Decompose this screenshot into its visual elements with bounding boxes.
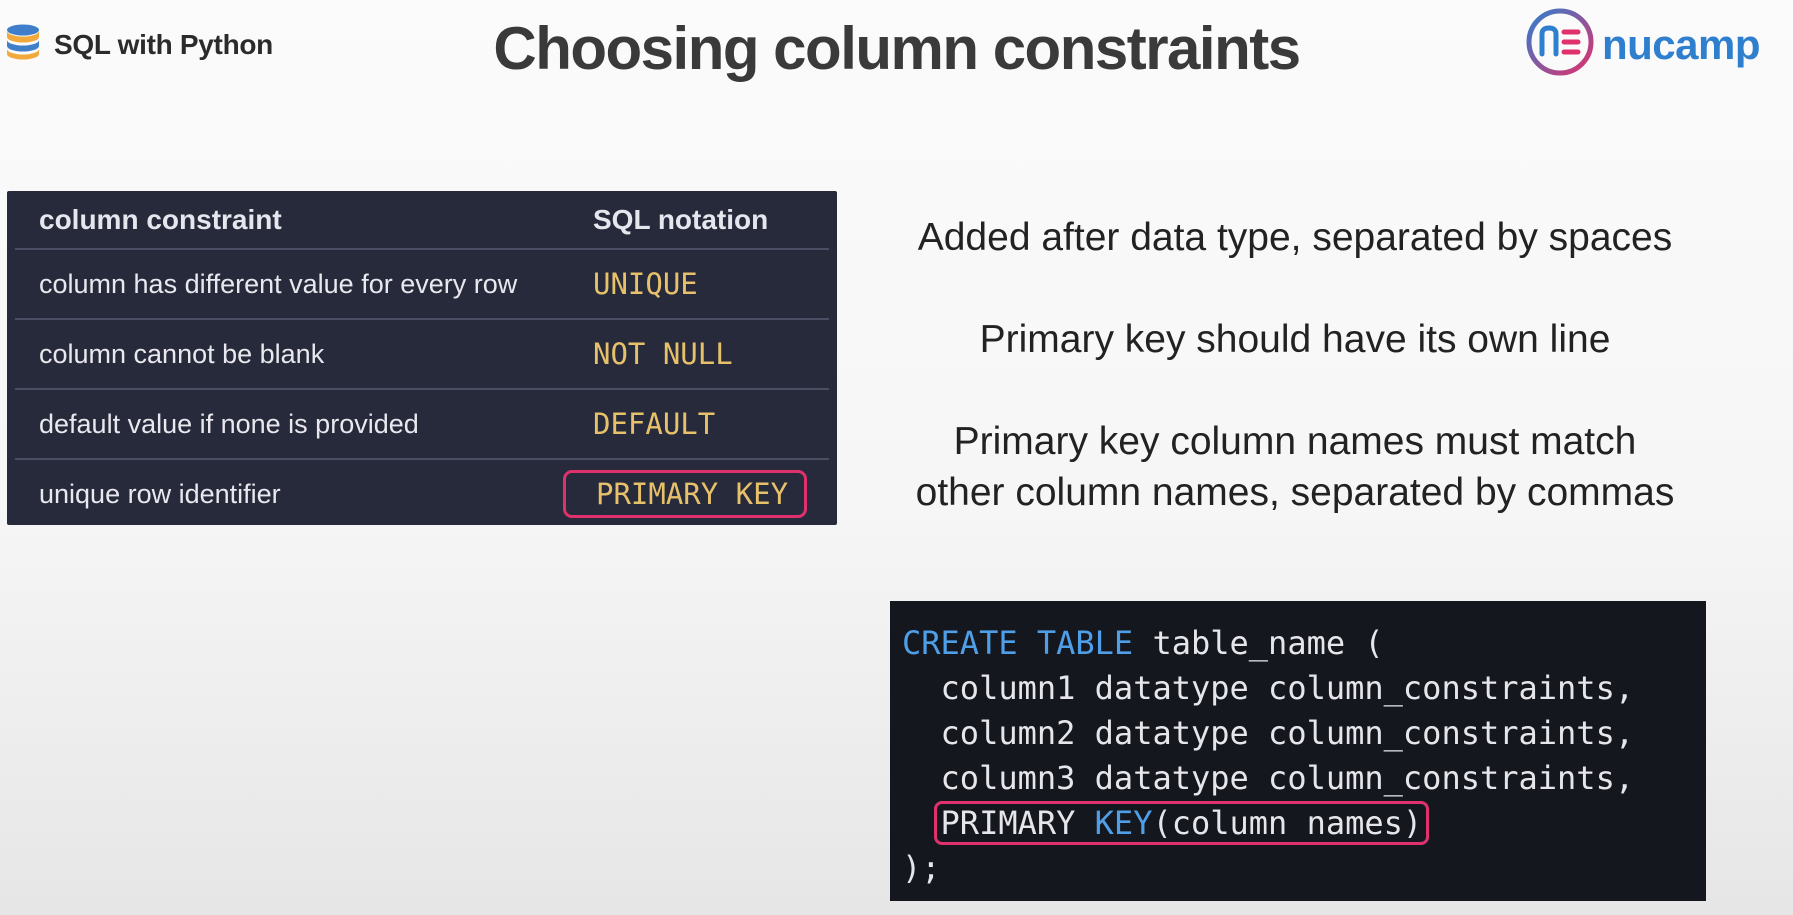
constraint-notation: UNIQUE — [593, 267, 698, 301]
note-match-line2: other column names, separated by commas — [915, 471, 1675, 514]
code-line-closing: ); — [902, 849, 941, 887]
table-name-text: table_name ( — [1133, 624, 1384, 662]
primary-key-columns: (column names) — [1152, 804, 1423, 842]
code-line-primary-key: PRIMARY KEY(column names) — [902, 801, 1706, 846]
primary-key-highlight: PRIMARY KEY — [563, 470, 808, 518]
table-row: unique row identifier PRIMARY KEY — [15, 460, 829, 528]
constraint-description: column cannot be blank — [39, 338, 325, 369]
primary-key-code-highlight: PRIMARY KEY(column names) — [933, 801, 1430, 845]
code-line-column1: column1 datatype column_constraints, — [902, 669, 1635, 707]
primary-key-notation-cell: PRIMARY KEY — [563, 470, 808, 518]
code-line-create: CREATE TABLE table_name ( — [902, 621, 1706, 666]
code-block: CREATE TABLE table_name ( column1 dataty… — [890, 601, 1706, 901]
constraints-table: column constraint SQL notation column ha… — [7, 191, 837, 525]
column-header-notation: SQL notation — [593, 203, 769, 235]
constraint-description: unique row identifier — [39, 478, 281, 509]
code-line-column3: column3 datatype column_constraints, — [902, 759, 1635, 797]
nucamp-logo-icon — [1524, 6, 1596, 83]
table-row: column has different value for every row… — [15, 250, 829, 320]
table-header-row: column constraint SQL notation — [15, 191, 829, 250]
constraint-notation: NOT NULL — [593, 337, 733, 371]
note-spaces: Added after data type, separated by spac… — [917, 216, 1673, 259]
note-match-line1: Primary key column names must match — [953, 420, 1637, 463]
code-line-column2: column2 datatype column_constraints, — [902, 714, 1635, 752]
keyword-primary: PRIMARY — [940, 804, 1076, 842]
table-row: column cannot be blank NOT NULL — [15, 320, 829, 390]
constraint-notation: DEFAULT — [593, 407, 716, 441]
keyword-key: KEY — [1094, 804, 1153, 842]
keyword-create: CREATE — [902, 624, 1018, 662]
keyword-table: TABLE — [1036, 624, 1134, 662]
nucamp-logo: nucamp — [1524, 6, 1761, 83]
constraint-description: default value if none is provided — [39, 408, 419, 439]
constraint-description: column has different value for every row — [39, 268, 518, 299]
table-row: default value if none is provided DEFAUL… — [15, 390, 829, 460]
note-own-line: Primary key should have its own line — [979, 318, 1611, 361]
logo-text: nucamp — [1602, 20, 1761, 68]
column-header-constraint: column constraint — [39, 203, 282, 235]
